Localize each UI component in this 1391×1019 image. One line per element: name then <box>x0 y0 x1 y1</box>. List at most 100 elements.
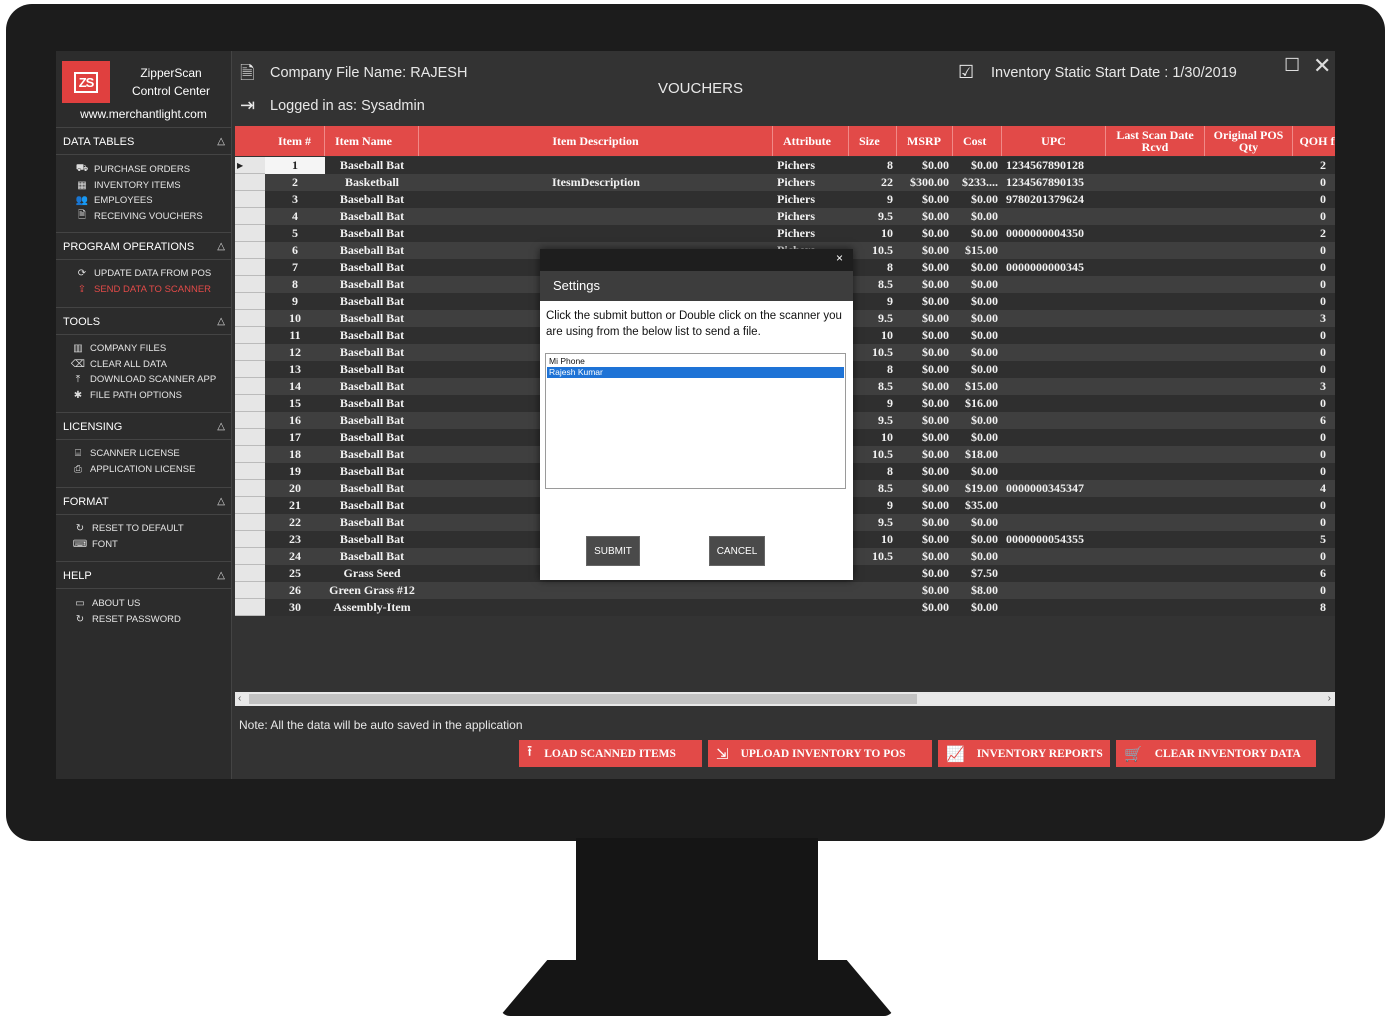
row-selector[interactable] <box>235 174 265 191</box>
row-selector[interactable] <box>235 395 265 412</box>
table-row[interactable]: ▶ 1 Baseball Bat Pichers 8 $0.00 $0.00 12345678… <box>235 157 1335 174</box>
scroll-left-icon[interactable]: ‹ <box>238 692 241 706</box>
scanner-listbox[interactable]: Mi Phone Rajesh Kumar <box>545 353 846 489</box>
cancel-button[interactable]: CANCEL <box>709 536 765 566</box>
scanner-list-item[interactable]: Mi Phone <box>547 356 844 367</box>
row-selector[interactable] <box>235 463 265 480</box>
table-cell: 21 <box>289 498 301 512</box>
sidebar-item-update-data-from-pos[interactable]: ⟳ Update Data From POS <box>74 266 230 282</box>
maximize-icon[interactable]: ☐ <box>1284 55 1300 76</box>
column-header[interactable]: Item Description <box>419 126 773 156</box>
sidebar-item-clear-all-data[interactable]: ⌫ Clear All Data <box>70 357 226 373</box>
row-selector[interactable] <box>235 310 265 327</box>
sidebar-item-file-path-options[interactable]: ✱ File Path Options <box>70 388 226 404</box>
table-cell: $0.00 <box>971 192 998 206</box>
submit-button[interactable]: SUBMIT <box>586 536 640 566</box>
collapse-triangle-icon[interactable]: △ <box>217 308 225 336</box>
row-selector[interactable] <box>235 565 265 582</box>
row-selector[interactable] <box>235 259 265 276</box>
sidebar-item-download-scanner-app[interactable]: ⤒ Download Scanner App <box>70 372 226 388</box>
column-header[interactable]: Original POS Qty <box>1205 126 1293 156</box>
table-cell: 9 <box>887 294 893 308</box>
table-row[interactable]: 4 Baseball Bat Pichers 9.5 $0.00 $0.00 0 <box>235 208 1335 225</box>
brand-url[interactable]: www.merchantlight.com <box>56 107 231 121</box>
upload-inventory-to-pos-button[interactable]: ⇲ UPLOAD INVENTORY TO POS <box>708 740 932 767</box>
row-selector[interactable] <box>235 599 265 616</box>
row-selector[interactable] <box>235 497 265 514</box>
table-row[interactable]: 3 Baseball Bat Pichers 9 $0.00 $0.00 978020137… <box>235 191 1335 208</box>
column-header[interactable]: Last Scan Date Rcvd <box>1106 126 1205 156</box>
table-row[interactable]: 2 Basketball ItesmDescription Pichers 22 $300… <box>235 174 1335 191</box>
row-selector[interactable] <box>235 191 265 208</box>
sidebar-item-font[interactable]: ⌨ Font <box>72 537 228 553</box>
scanner-list-item[interactable]: Rajesh Kumar <box>547 367 844 378</box>
scrollbar-thumb[interactable] <box>249 694 917 704</box>
row-selector[interactable] <box>235 480 265 497</box>
inventory-reports-button[interactable]: 📈 INVENTORY REPORTS <box>938 740 1110 767</box>
collapse-triangle-icon[interactable]: △ <box>217 128 225 156</box>
column-header[interactable]: Attribute <box>773 126 849 156</box>
row-selector[interactable] <box>235 208 265 225</box>
table-cell <box>419 225 773 242</box>
row-selector[interactable] <box>235 446 265 463</box>
row-selector[interactable] <box>235 548 265 565</box>
logout-icon[interactable]: ⇥ <box>240 95 255 116</box>
column-header[interactable]: Item # <box>265 126 325 156</box>
row-selector[interactable] <box>235 327 265 344</box>
table-row[interactable]: 30 Assembly-Item $0.00 $0.00 8 <box>235 599 1335 616</box>
collapse-triangle-icon[interactable]: △ <box>217 413 225 441</box>
collapse-triangle-icon[interactable]: △ <box>217 562 225 590</box>
row-selector[interactable] <box>235 582 265 599</box>
sidebar-item-inventory-items[interactable]: ▦ Inventory Items <box>74 178 230 194</box>
row-selector[interactable] <box>235 429 265 446</box>
sidebar-item-send-data-to-scanner[interactable]: ⇪ Send Data To Scanner <box>74 282 230 298</box>
row-selector[interactable]: ▶ <box>235 157 265 174</box>
section-help[interactable]: HELP △ <box>56 561 231 589</box>
table-cell: Baseball Bat <box>339 243 405 257</box>
row-selector[interactable] <box>235 293 265 310</box>
row-selector[interactable] <box>235 514 265 531</box>
column-header[interactable]: MSRP <box>897 126 953 156</box>
row-selector[interactable] <box>235 225 265 242</box>
scroll-right-icon[interactable]: › <box>1328 692 1331 706</box>
dialog-close-icon[interactable]: × <box>836 251 843 265</box>
row-selector[interactable] <box>235 412 265 429</box>
section-tools[interactable]: TOOLS △ <box>56 307 231 335</box>
table-row[interactable]: 5 Baseball Bat Pichers 10 $0.00 $0.00 00000000… <box>235 225 1335 242</box>
row-selector[interactable] <box>235 344 265 361</box>
row-selector[interactable] <box>235 276 265 293</box>
sidebar-item-application-license[interactable]: ⎙ Application License <box>70 462 226 478</box>
table-cell <box>1205 259 1293 276</box>
sidebar-item-reset-password[interactable]: ↻ Reset Password <box>72 612 228 628</box>
sidebar-item-company-files[interactable]: ▥ Company Files <box>70 341 226 357</box>
column-header[interactable]: Cost <box>953 126 1002 156</box>
table-cell <box>1106 242 1205 259</box>
sidebar-item-purchase-orders[interactable]: ⛟ Purchase Orders <box>74 162 230 178</box>
page-title: VOUCHERS <box>658 80 744 97</box>
collapse-triangle-icon[interactable]: △ <box>217 488 225 516</box>
clear-inventory-data-button[interactable]: 🛒 CLEAR INVENTORY DATA <box>1116 740 1316 767</box>
horizontal-scrollbar[interactable]: ‹ › <box>235 692 1335 706</box>
column-header[interactable]: Item Name <box>325 126 419 156</box>
sidebar-item-receiving-vouchers[interactable]: 🗎 Receiving Vouchers <box>74 209 230 225</box>
collapse-triangle-icon[interactable]: △ <box>217 233 225 261</box>
close-icon[interactable]: ✕ <box>1313 53 1331 79</box>
section-data-tables[interactable]: DATA TABLES △ <box>56 127 231 155</box>
table-row[interactable]: 26 Green Grass #12 $0.00 $8.00 0 <box>235 582 1335 599</box>
column-header[interactable]: Size <box>849 126 897 156</box>
row-selector[interactable] <box>235 378 265 395</box>
section-program-operations[interactable]: PROGRAM OPERATIONS △ <box>56 232 231 260</box>
sidebar-item-employees[interactable]: 👥 Employees <box>74 193 230 209</box>
load-scanned-items-button[interactable]: ⭱ LOAD SCANNED ITEMS <box>519 740 702 767</box>
table-cell <box>1106 395 1205 412</box>
sidebar-item-about-us[interactable]: ▭ About Us <box>72 596 228 612</box>
row-selector[interactable] <box>235 361 265 378</box>
column-header[interactable]: UPC <box>1002 126 1106 156</box>
section-format[interactable]: FORMAT △ <box>56 487 231 515</box>
sidebar-item-reset-to-default[interactable]: ↻ Reset To Default <box>72 521 228 537</box>
column-header[interactable]: QOH fro <box>1293 126 1335 156</box>
row-selector[interactable] <box>235 242 265 259</box>
row-selector[interactable] <box>235 531 265 548</box>
section-licensing[interactable]: LICENSING △ <box>56 412 231 440</box>
sidebar-item-scanner-license[interactable]: ⌸ Scanner License <box>70 446 226 462</box>
